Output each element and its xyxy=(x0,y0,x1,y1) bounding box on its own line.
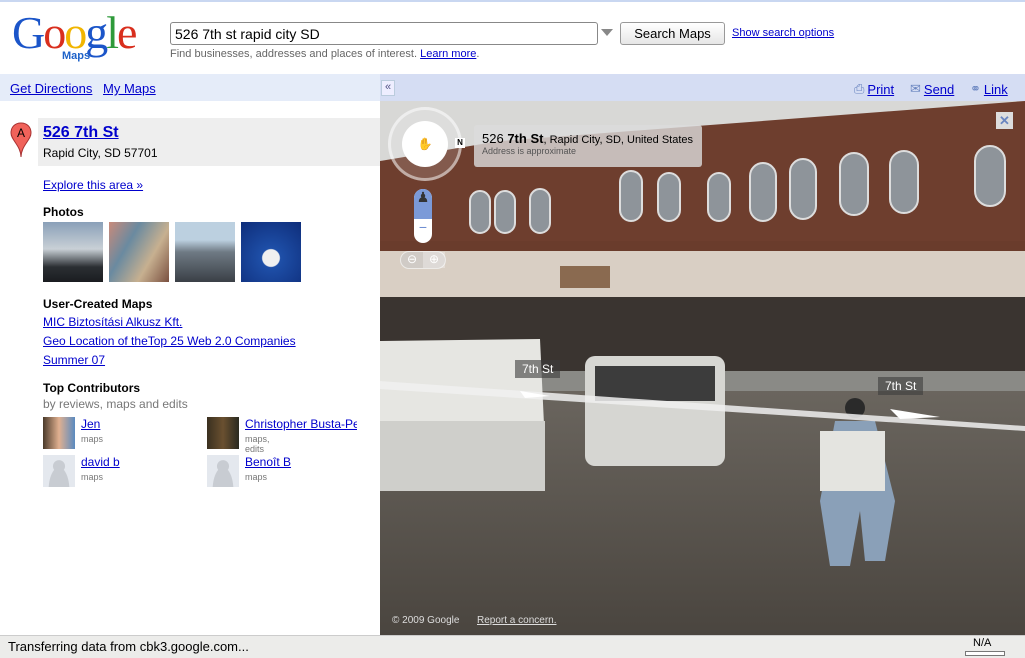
user-maps-heading: User-Created Maps xyxy=(43,297,153,311)
chain-link-icon: ⚭ xyxy=(970,81,981,96)
zoom-in-magnifier-icon[interactable]: ⊕ xyxy=(423,252,445,268)
user-map-link[interactable]: MIC Biztosítási Alkusz Kft. xyxy=(43,315,182,329)
street-view-panorama[interactable]: ✋ N ♟ − ⊖ ⊕ 526 7th St, Rapid City, SD, U… xyxy=(380,101,1025,635)
street-label[interactable]: 7th St xyxy=(515,360,561,378)
contributors-heading: Top Contributors xyxy=(43,381,141,395)
avatar[interactable] xyxy=(43,417,75,449)
user-map-link[interactable]: Summer 07 xyxy=(43,353,105,367)
search-history-dropdown-icon[interactable] xyxy=(601,29,613,36)
contributor-role: maps xyxy=(81,472,104,482)
zoom-slider[interactable]: ♟ − xyxy=(414,189,432,243)
marker-a-icon[interactable]: A xyxy=(10,122,32,158)
search-input[interactable] xyxy=(170,22,598,45)
navigation-ring[interactable]: ✋ xyxy=(388,107,462,181)
contributor-role: maps xyxy=(81,434,104,444)
marker-label: A xyxy=(17,126,25,140)
address-approx: Address is approximate xyxy=(482,146,577,156)
status-zone: N/A xyxy=(973,637,992,649)
user-map-link[interactable]: Geo Location of theTop 25 Web 2.0 Compan… xyxy=(43,334,296,348)
contributors-subheading: by reviews, maps and edits xyxy=(43,397,188,411)
browser-status-bar: Transferring data from cbk3.google.com..… xyxy=(0,635,1025,658)
link-link[interactable]: Link xyxy=(984,82,1008,97)
magnify-controls: ⊖ ⊕ xyxy=(400,251,446,269)
address-number: 526 xyxy=(482,131,504,146)
progress-bar xyxy=(965,651,1005,656)
envelope-icon: ✉ xyxy=(910,81,921,96)
address-overlay: 526 7th St, Rapid City, SD, United State… xyxy=(474,125,702,167)
street-label[interactable]: 7th St xyxy=(878,377,924,395)
pegman-icon[interactable]: ♟ xyxy=(414,189,432,219)
contributor-role: maps, edits xyxy=(245,434,270,454)
copyright: © 2009 Google xyxy=(392,615,460,626)
hand-pan-icon[interactable]: ✋ xyxy=(418,137,433,151)
avatar[interactable] xyxy=(207,417,239,449)
left-nav-bar: Get Directions My Maps xyxy=(0,74,380,101)
google-maps-logo[interactable]: Google Maps xyxy=(12,10,160,68)
print-link[interactable]: Print xyxy=(867,82,894,97)
show-search-options-link[interactable]: Show search options xyxy=(732,27,834,39)
status-text: Transferring data from cbk3.google.com..… xyxy=(8,639,249,654)
collapse-panel-button[interactable]: « xyxy=(381,80,395,96)
zoom-out-button[interactable]: − xyxy=(414,219,432,235)
photo-thumbnail[interactable] xyxy=(175,222,235,282)
contributor-name-link[interactable]: Benoît B xyxy=(245,455,357,469)
contributor-name-link[interactable]: david b xyxy=(81,455,193,469)
link-button[interactable]: ⚭ Link xyxy=(970,81,1008,97)
get-directions-link[interactable]: Get Directions xyxy=(10,81,92,96)
address-rest: , Rapid City, SD, United States xyxy=(543,134,694,146)
photo-thumbnail[interactable] xyxy=(43,222,103,282)
default-avatar-icon[interactable] xyxy=(207,455,239,487)
photo-thumbnail[interactable] xyxy=(109,222,169,282)
photo-thumbnail[interactable] xyxy=(241,222,301,282)
contributor-name-link[interactable]: Jen xyxy=(81,417,193,431)
top-border xyxy=(0,0,1025,2)
zoom-out-magnifier-icon[interactable]: ⊖ xyxy=(401,252,423,268)
result-header: 526 7th St Rapid City, SD 57701 xyxy=(38,118,380,166)
default-avatar-icon[interactable] xyxy=(43,455,75,487)
contributor-name-link[interactable]: Christopher Busta-Peck xyxy=(245,417,357,431)
send-link[interactable]: Send xyxy=(924,82,954,97)
printer-icon: ⎙ xyxy=(854,81,865,96)
report-concern-link[interactable]: Report a concern. xyxy=(477,615,557,626)
search-maps-button[interactable]: Search Maps xyxy=(620,22,725,45)
logo-sub: Maps xyxy=(62,50,91,62)
explore-area-link[interactable]: Explore this area » xyxy=(43,178,143,192)
result-title-link[interactable]: 526 7th St xyxy=(43,124,119,142)
map-toolbar: ⎙ Print ✉ Send ⚭ Link xyxy=(380,74,1025,101)
print-button[interactable]: ⎙ Print xyxy=(854,81,894,97)
street-view-image[interactable] xyxy=(380,101,1025,635)
contributor-role: maps xyxy=(245,472,268,482)
learn-more-link[interactable]: Learn more xyxy=(420,48,476,60)
compass-north-icon: N xyxy=(455,138,465,148)
photos-heading: Photos xyxy=(43,205,84,219)
result-address: Rapid City, SD 57701 xyxy=(43,146,158,160)
my-maps-link[interactable]: My Maps xyxy=(103,81,156,96)
address-street: 7th St xyxy=(507,131,544,146)
close-icon[interactable]: ✕ xyxy=(996,112,1013,129)
hint-text: Find businesses, addresses and places of… xyxy=(170,48,418,60)
pan-control[interactable]: ✋ xyxy=(402,121,448,167)
send-button[interactable]: ✉ Send xyxy=(910,81,954,97)
search-hint: Find businesses, addresses and places of… xyxy=(170,48,480,60)
